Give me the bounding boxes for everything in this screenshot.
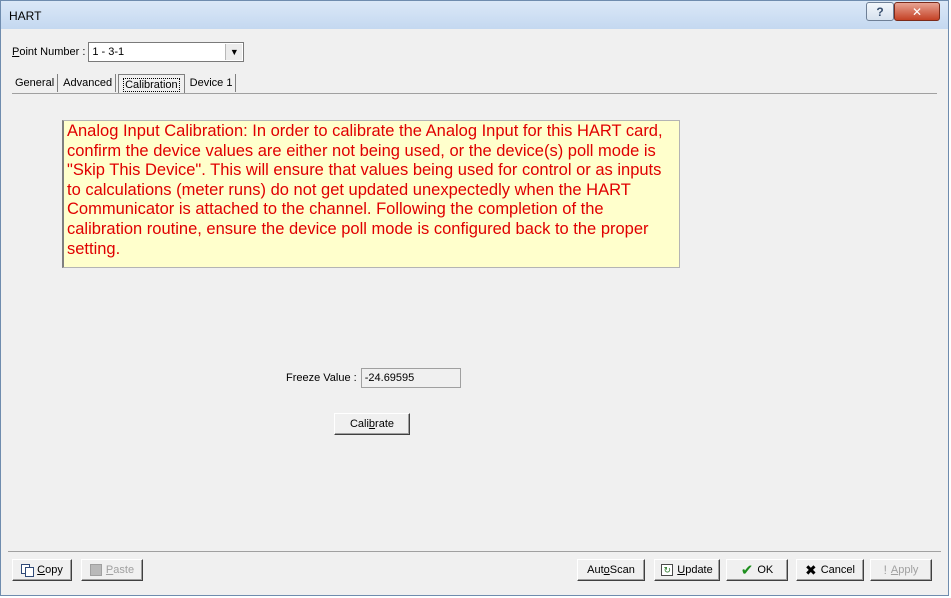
freeze-value-field: -24.69595 bbox=[360, 368, 461, 388]
help-button[interactable]: ? bbox=[866, 2, 894, 21]
bottom-toolbar: Copy Paste Aut o Scan ↻ Update ✔ OK ✖ Can… bbox=[8, 559, 941, 585]
checkmark-icon: ✔ bbox=[740, 562, 754, 579]
calibration-panel: Analog Input Calibration: In order to ca… bbox=[12, 93, 937, 542]
dialog-client: Point Number : 1 - 3-1 ▼ General Advance… bbox=[8, 37, 941, 590]
tab-general[interactable]: General bbox=[12, 74, 59, 92]
hart-dialog: HART ? ✕ Point Number : 1 - 3-1 ▼ Genera… bbox=[0, 0, 949, 596]
point-number-select[interactable]: 1 - 3-1 ▼ bbox=[88, 42, 245, 62]
bottom-separator bbox=[8, 551, 941, 552]
tab-advanced[interactable]: Advanced bbox=[60, 74, 117, 92]
exclamation-icon: ! bbox=[883, 563, 887, 577]
chevron-down-icon[interactable]: ▼ bbox=[225, 44, 243, 60]
paste-icon bbox=[89, 564, 102, 576]
close-button[interactable]: ✕ bbox=[894, 2, 940, 21]
title-bar: HART ? ✕ bbox=[1, 1, 948, 29]
update-button[interactable]: ↻ Update bbox=[654, 559, 720, 581]
tab-calibration[interactable]: Calibration bbox=[118, 74, 185, 94]
calibration-notice: Analog Input Calibration: In order to ca… bbox=[62, 120, 680, 268]
calibrate-button[interactable]: Cali b rate bbox=[334, 413, 410, 435]
freeze-value-row: Freeze Value : -24.69595 bbox=[286, 368, 461, 388]
point-number-label: Point Number : bbox=[12, 46, 86, 58]
window-title: HART bbox=[9, 9, 42, 23]
paste-button[interactable]: Paste bbox=[81, 559, 143, 581]
tab-device-1[interactable]: Device 1 bbox=[187, 74, 237, 92]
close-icon: ✕ bbox=[911, 4, 923, 19]
tab-strip: General Advanced Calibration Device 1 bbox=[12, 74, 238, 94]
copy-button[interactable]: Copy bbox=[12, 559, 72, 581]
help-icon: ? bbox=[876, 4, 884, 19]
x-icon: ✖ bbox=[805, 561, 817, 578]
copy-icon bbox=[21, 564, 35, 577]
ok-button[interactable]: ✔ OK bbox=[726, 559, 788, 581]
apply-button[interactable]: ! Apply bbox=[870, 559, 932, 581]
auto-scan-button[interactable]: Aut o Scan bbox=[577, 559, 645, 581]
point-number-row: Point Number : 1 - 3-1 ▼ bbox=[12, 41, 245, 63]
freeze-value-label: Freeze Value : bbox=[286, 372, 357, 384]
point-number-value: 1 - 3-1 bbox=[92, 46, 125, 58]
cancel-button[interactable]: ✖ Cancel bbox=[796, 559, 864, 581]
update-icon: ↻ bbox=[661, 564, 674, 576]
